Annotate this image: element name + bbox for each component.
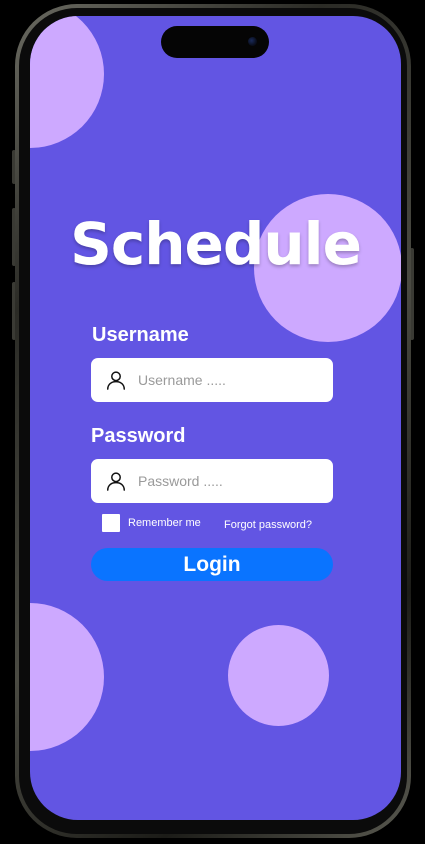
password-field[interactable] (91, 459, 333, 503)
decor-circle-bottom-right (228, 625, 329, 726)
camera-icon (248, 37, 257, 46)
username-label: Username (92, 324, 189, 346)
dynamic-island (161, 26, 269, 58)
decor-circle-top-left (30, 16, 104, 148)
password-input[interactable] (138, 473, 308, 489)
username-field[interactable] (91, 358, 333, 402)
login-screen: Schedule Username Password Remember me F… (30, 16, 401, 820)
remember-me-checkbox[interactable] (102, 514, 120, 532)
username-input[interactable] (138, 372, 308, 388)
login-button[interactable]: Login (91, 548, 333, 581)
password-label: Password (91, 425, 186, 447)
app-title: Schedule (70, 210, 362, 278)
user-icon (107, 472, 125, 491)
forgot-password-link[interactable]: Forgot password? (224, 519, 312, 531)
user-icon (107, 371, 125, 390)
remember-me-row: Remember me (102, 514, 201, 532)
remember-me-label[interactable]: Remember me (128, 517, 201, 529)
decor-circle-bottom-left (30, 603, 104, 751)
